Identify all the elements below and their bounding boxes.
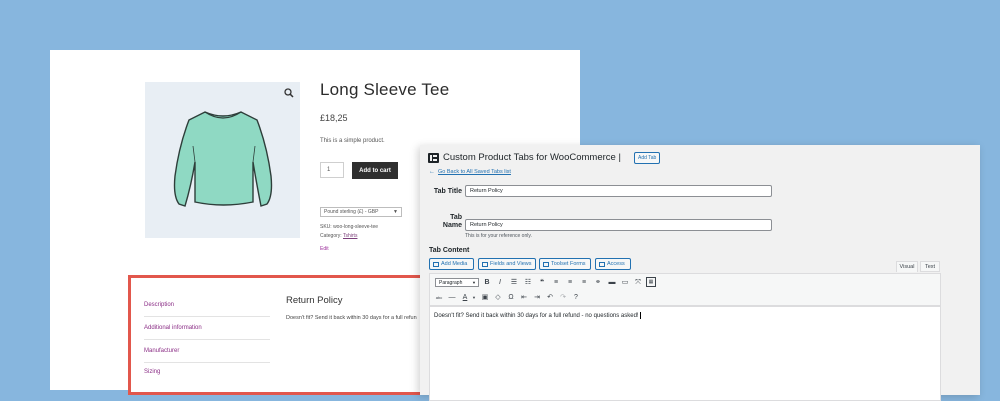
product-tabs-panel: Description Additional information Manuf…: [128, 275, 448, 395]
fullscreen-icon[interactable]: ⤧: [633, 278, 643, 287]
help-icon[interactable]: ?: [571, 293, 581, 302]
special-character-icon[interactable]: Ω: [506, 293, 516, 302]
tab-additional-information[interactable]: Additional information: [144, 325, 202, 331]
currency-select[interactable]: Pound sterling (£) - GBP ▼: [320, 207, 402, 217]
tab-name-input[interactable]: Return Policy: [465, 219, 772, 231]
quantity-input[interactable]: 1: [320, 162, 344, 178]
category-link[interactable]: Tshirts: [343, 233, 357, 239]
tab-divider: [144, 362, 270, 363]
tab-divider: [144, 316, 270, 317]
toolbar-toggle-icon[interactable]: ▦: [646, 277, 656, 287]
tab-text[interactable]: Text: [920, 261, 940, 272]
strikethrough-icon[interactable]: abc: [434, 293, 444, 302]
clear-formatting-icon[interactable]: ◇: [493, 293, 503, 302]
tab-name-help: This is for your reference only.: [465, 233, 532, 239]
currency-value: Pound sterling (£) - GBP: [324, 209, 379, 215]
paste-text-icon[interactable]: ▣: [480, 293, 490, 302]
product-title: Long Sleeve Tee: [320, 80, 450, 99]
format-select[interactable]: Paragraph ▼: [435, 278, 479, 287]
admin-page-title: Custom Product Tabs for WooCommerce |: [443, 152, 621, 163]
media-icon: [433, 261, 439, 267]
chevron-down-icon: ▼: [393, 209, 398, 215]
tab-divider: [144, 339, 270, 340]
indent-icon[interactable]: ⇥: [532, 293, 542, 302]
add-media-button[interactable]: Add Media: [429, 258, 474, 270]
edit-link[interactable]: Edit: [320, 246, 329, 252]
tab-title-input[interactable]: Return Policy: [465, 185, 772, 197]
tab-manufacturer[interactable]: Manufacturer: [144, 348, 179, 354]
quote-icon[interactable]: ❝: [537, 278, 547, 287]
toolset-forms-label: Toolset Forms: [551, 261, 586, 267]
tab-content-label: Tab Content: [429, 247, 470, 254]
add-to-cart-button[interactable]: Add to cart: [352, 162, 398, 179]
editor-content-area[interactable]: Doesn't fit? Send it back within 30 days…: [429, 306, 941, 401]
numbered-list-icon[interactable]: ☷: [523, 278, 533, 287]
align-left-icon[interactable]: ≡: [551, 278, 561, 287]
category-line: Category: Tshirts: [320, 233, 357, 239]
sku-value: woo-long-sleeve-tee: [333, 224, 379, 230]
read-more-icon[interactable]: ▭: [620, 278, 630, 287]
chevron-down-icon[interactable]: ▼: [469, 293, 479, 302]
access-label: Access: [607, 261, 625, 267]
fields-and-views-button[interactable]: Fields and Views: [478, 258, 536, 270]
text-cursor: [639, 312, 641, 319]
tab-sizing[interactable]: Sizing: [144, 369, 160, 375]
sku-line: SKU: woo-long-sleeve-tee: [320, 224, 378, 230]
fields-icon: [482, 261, 488, 267]
toolset-forms-button[interactable]: Toolset Forms: [539, 258, 591, 270]
tab-visual[interactable]: Visual: [896, 261, 918, 272]
product-price: £18,25: [320, 113, 348, 123]
format-value: Paragraph: [439, 280, 463, 286]
chevron-down-icon: ▼: [472, 280, 476, 285]
lock-icon: [599, 261, 605, 267]
redo-icon[interactable]: ↷: [558, 293, 568, 302]
tab-description[interactable]: Description: [144, 302, 174, 308]
italic-icon[interactable]: I: [495, 278, 505, 287]
add-media-label: Add Media: [441, 261, 468, 267]
back-to-tabs-link[interactable]: Go Back to All Saved Tabs list: [438, 169, 511, 175]
outdent-icon[interactable]: ⇤: [519, 293, 529, 302]
return-policy-text: Doesn't fit? Send it back within 30 days…: [286, 315, 417, 321]
fields-and-views-label: Fields and Views: [490, 261, 532, 267]
unlink-icon[interactable]: ▬: [607, 278, 617, 287]
bullet-list-icon[interactable]: ☰: [509, 278, 519, 287]
tab-title-label: Tab Title: [433, 188, 462, 195]
forms-icon: [543, 261, 549, 267]
product-description: This is a simple product.: [320, 138, 385, 144]
arrow-left-icon: ←: [429, 169, 435, 175]
return-policy-heading: Return Policy: [286, 295, 343, 306]
horizontal-line-icon[interactable]: —: [447, 293, 457, 302]
access-button[interactable]: Access: [595, 258, 631, 270]
long-sleeve-tee-illustration: [173, 111, 273, 207]
add-tab-button[interactable]: Add Tab: [634, 152, 661, 164]
undo-icon[interactable]: ↶: [545, 293, 555, 302]
tabs-plugin-icon: [428, 153, 439, 163]
tab-name-label-line1: Tab: [450, 214, 462, 221]
sku-label: SKU:: [320, 224, 332, 230]
link-icon[interactable]: ⚭: [593, 278, 603, 287]
editor-toolbar: Paragraph ▼ B I ☰ ☷ ❝ ≡ ≡ ≡ ⚭ ▬ ▭ ⤧ ▦ ab…: [429, 273, 941, 306]
category-label: Category:: [320, 233, 342, 239]
align-center-icon[interactable]: ≡: [565, 278, 575, 287]
zoom-icon[interactable]: [284, 88, 294, 98]
bold-icon[interactable]: B: [482, 278, 492, 287]
tab-name-label-line2: Name: [442, 222, 462, 229]
align-right-icon[interactable]: ≡: [579, 278, 589, 287]
editor-text[interactable]: Doesn't fit? Send it back within 30 days…: [434, 312, 641, 319]
admin-panel: Custom Product Tabs for WooCommerce | Ad…: [420, 145, 980, 401]
editor-content: Doesn't fit? Send it back within 30 days…: [434, 313, 639, 320]
product-image[interactable]: [145, 82, 300, 238]
